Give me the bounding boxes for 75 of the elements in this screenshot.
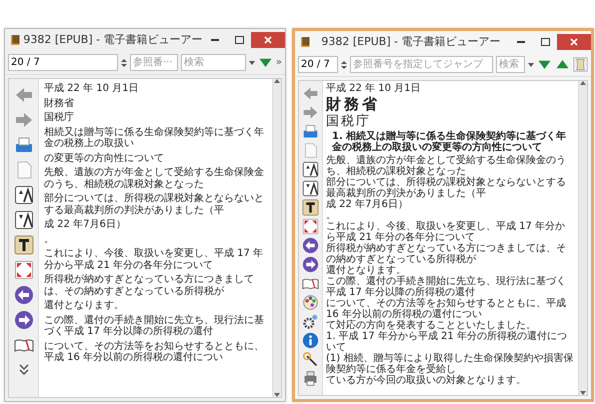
spinner-arrows-icon[interactable] [341, 60, 347, 70]
window-title: 9382 [EPUB] - 電子書籍ビューアー [320, 34, 502, 50]
paragraph-text: 部分については、所得税の課税対象とならないとする最高裁判所の判決がありました（平 [326, 176, 567, 199]
font-increase-icon[interactable] [302, 161, 319, 178]
fit-screen-icon[interactable] [14, 260, 34, 280]
printer-icon[interactable] [302, 370, 319, 387]
paragraph-text: 先般、遺族の方が年金として受給する生命保険金のうち、相続税の課税対象となった [326, 154, 567, 177]
jump-field[interactable]: 参照番号を指定してジャンプ [350, 56, 493, 73]
printer-icon[interactable] [14, 135, 34, 155]
search-field[interactable]: 検索 [496, 56, 525, 73]
text-style-icon[interactable] [302, 199, 319, 216]
paragraph-text: 相続又は贈与等に係る生命保険契約等に基づく年金の税務上の取扱い [44, 126, 265, 150]
paragraph-text: (1) 相続、贈与等により取得した生命保険契約や損害保険契約等に係る年金を受給し [326, 352, 574, 375]
dropdown-caret-icon[interactable] [248, 60, 255, 64]
close-button[interactable] [557, 34, 591, 50]
paragraph-text: 還付となります。 [326, 264, 406, 276]
next-circle-icon[interactable] [14, 310, 34, 330]
paragraph-text: て対応の方向を発表することといたしました。 [326, 320, 537, 331]
paragraph-text: 先般、遺族の方が年金として受給する生命保険金のうち、相続税の課税対象となった [44, 167, 265, 190]
paragraph-text: これにより、今後、取扱いを変更し、平成 17 年分から平成 21 年分の各年分について [44, 248, 264, 271]
paragraph-text: ている方が今回の取扱いの対象となります。 [326, 374, 527, 386]
maximize-icon [234, 36, 244, 44]
next-circle-icon[interactable] [302, 256, 319, 273]
font-decrease-icon[interactable] [302, 180, 319, 197]
previous-circle-icon[interactable] [14, 285, 34, 305]
dropdown-caret-icon[interactable] [528, 62, 534, 66]
paragraph-text: について、その方法等をお知らせするとともに、平成 16 年分以前の所得税の還付につい [44, 340, 265, 364]
spinner-arrows-icon[interactable] [121, 58, 127, 68]
paragraph-text: について、その方法等をお知らせするとともに、平成 16 年分以前の所得税の還付につい [326, 298, 567, 320]
printer-icon[interactable] [302, 123, 319, 140]
page-number-field[interactable]: 20 / 7 [298, 56, 338, 73]
paragraph-text: 国税庁 [44, 112, 75, 124]
maximize-icon [540, 38, 550, 46]
scrollbar[interactable] [272, 79, 281, 397]
scroll-down-icon[interactable] [274, 393, 280, 397]
paragraph-text: 所得税が納めすぎとなっている方につきましては、その納めすぎとなっている所得税が [44, 274, 255, 297]
window-title: 9382 [EPUB] - 電子書籍ビューアー [23, 32, 203, 48]
palette-icon[interactable] [302, 294, 319, 311]
close-icon [570, 38, 578, 46]
previous-circle-icon[interactable] [302, 237, 319, 254]
paragraph-text: 。 [44, 234, 55, 245]
scrollbar[interactable] [578, 81, 587, 395]
jump-field[interactable]: 参照番··· [130, 54, 178, 71]
scroll-up-icon[interactable] [274, 79, 280, 83]
search-field[interactable]: 検索 [181, 54, 246, 71]
paragraph-text: 成 22 年7月6日） [326, 198, 409, 210]
info-icon[interactable] [302, 332, 319, 349]
minimize-icon [517, 41, 525, 43]
font-decrease-icon[interactable] [14, 210, 34, 230]
date-text: 平成 22 年 10 月1日 [326, 83, 422, 94]
paragraph-text: 財務省 [44, 98, 75, 109]
text-style-icon[interactable] [14, 235, 34, 255]
paragraph-text: 。 [326, 210, 336, 221]
fit-screen-icon[interactable] [302, 218, 319, 235]
paragraph-text: 成 22 年7月6日） [44, 219, 127, 230]
document-subheading: 国税庁 [326, 114, 372, 129]
paragraph-text: この際、還付の手続き開始に先立ち、現行法に基づく平成 17 年分以降の所得税の還付 [326, 276, 567, 298]
paragraph-text: 1. 平成 17 年分から平成 21 年分の所得税の還付について [326, 330, 568, 353]
close-icon [264, 36, 272, 44]
paragraph-text: 平成 22 年 10 月1日 [44, 83, 140, 94]
font-increase-icon[interactable] [14, 185, 34, 205]
close-button[interactable] [251, 32, 285, 48]
minimize-icon [211, 39, 219, 41]
paragraph-text: 所得税が納めすぎとなっている方につきましては、その納めすぎとなっている所得税が [326, 242, 567, 265]
overflow-chevron[interactable]: » [276, 55, 282, 70]
scroll-up-icon[interactable] [580, 81, 586, 85]
scroll-down-icon[interactable] [580, 391, 586, 395]
paragraph-text: この際、還付の手続き開始に先立ち、現行法に基づく平成 17 年分以降の所得税の還付 [44, 314, 265, 338]
paragraph-text: の変更等の方向性について [44, 152, 165, 164]
paragraph-text: これにより、今後、取扱いを変更し、平成 17 年分から平成 21 年分の各年分について [326, 220, 566, 243]
paragraph-text: 部分については、所得税の課税対象とならないとする最高裁判所の判決がありました（平 [44, 193, 265, 216]
paragraph-text: 還付となります。 [44, 300, 125, 312]
document-heading: 財務省 [326, 96, 381, 112]
numbered-heading: 1. 相続又は贈与等に係る生命保険契約等に基づく年金の税務上の取扱いの変更等の方向性について [331, 130, 568, 153]
page-number-field[interactable]: 20 / 7 [8, 54, 118, 71]
